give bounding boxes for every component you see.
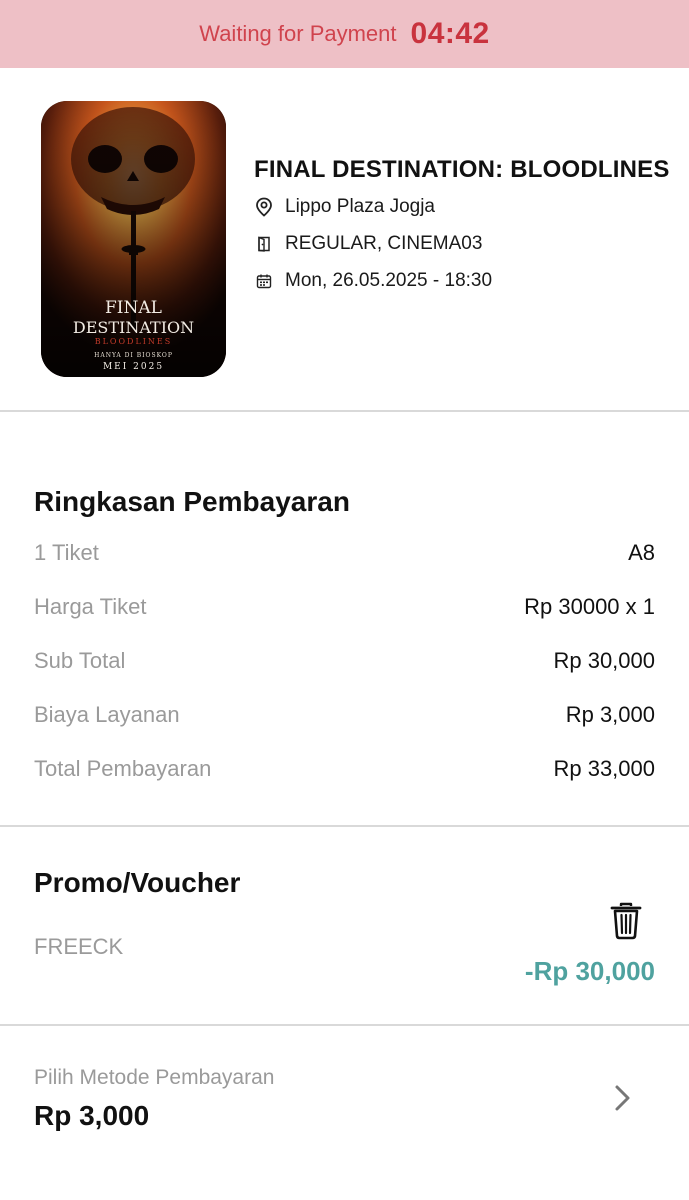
poster-release: MEI 2025: [103, 362, 164, 372]
summary-value: A8: [628, 540, 655, 565]
divider: [0, 1024, 689, 1026]
cinema-location-row: Lippo Plaza Jogja: [254, 188, 674, 225]
summary-row-subtotal: Sub Total Rp 30,000: [34, 634, 655, 688]
countdown-timer: 04:42: [410, 17, 490, 50]
poster-subtitle: BLOODLINES: [95, 337, 173, 346]
movie-info: FINAL DESTINATION: BLOODLINES Lippo Plaz…: [254, 153, 674, 299]
studio-row: REGULAR, CINEMA03: [254, 225, 674, 262]
summary-row-total: Total Pembayaran Rp 33,000: [34, 742, 655, 796]
summary-value: Rp 33,000: [553, 756, 655, 781]
divider: [0, 410, 689, 412]
payment-timer-banner: Waiting for Payment 04:42: [0, 0, 689, 68]
summary-label: Harga Tiket: [34, 594, 147, 619]
movie-title: FINAL DESTINATION: BLOODLINES: [254, 156, 670, 183]
payment-amount: Rp 3,000: [34, 1100, 150, 1131]
chevron-right-icon[interactable]: [613, 1084, 633, 1112]
promo-title: Promo/Voucher: [34, 867, 241, 898]
poster-title-line1: FINAL: [105, 298, 162, 318]
payment-summary: Ringkasan Pembayaran 1 Tiket A8 Harga Ti…: [34, 478, 655, 796]
studio-info: REGULAR, CINEMA03: [285, 232, 483, 254]
summary-value: Rp 30000 x 1: [524, 594, 655, 619]
divider: [0, 825, 689, 827]
cinema-location: Lippo Plaza Jogja: [285, 195, 435, 217]
trash-icon[interactable]: [609, 902, 643, 940]
summary-label: Sub Total: [34, 648, 126, 673]
summary-label: 1 Tiket: [34, 540, 99, 565]
schedule-datetime: Mon, 26.05.2025 - 18:30: [285, 269, 493, 291]
summary-value: Rp 30,000: [553, 648, 655, 673]
summary-row-ticket-price: Harga Tiket Rp 30000 x 1: [34, 580, 655, 634]
summary-value: Rp 3,000: [565, 702, 655, 727]
summary-label: Total Pembayaran: [34, 756, 212, 781]
summary-label: Biaya Layanan: [34, 702, 180, 727]
location-pin-icon: [254, 197, 274, 217]
poster-title-line2: DESTINATION: [73, 318, 194, 337]
summary-row-ticket: 1 Tiket A8: [34, 526, 655, 580]
poster-tagline: HANYA DI BIOSKOP: [94, 352, 173, 359]
discount-amount: -Rp 30,000: [524, 956, 655, 986]
schedule-row: Mon, 26.05.2025 - 18:30: [254, 262, 674, 299]
payment-method-label: Pilih Metode Pembayaran: [34, 1066, 275, 1089]
summary-row-service-fee: Biaya Layanan Rp 3,000: [34, 688, 655, 742]
movie-poster: FINAL DESTINATION BLOODLINES HANYA DI BI…: [41, 101, 226, 377]
door-icon: [254, 234, 274, 254]
payment-method-selector[interactable]: Pilih Metode Pembayaran Rp 3,000: [34, 1060, 655, 1150]
promo-voucher-section: Promo/Voucher FREECK -Rp 30,000: [34, 858, 655, 1008]
banner-status-text: Waiting for Payment: [199, 21, 397, 46]
voucher-code: FREECK: [34, 934, 124, 959]
movie-details: FINAL DESTINATION BLOODLINES HANYA DI BI…: [0, 68, 689, 412]
summary-title: Ringkasan Pembayaran: [34, 486, 350, 517]
calendar-icon: [254, 271, 274, 291]
